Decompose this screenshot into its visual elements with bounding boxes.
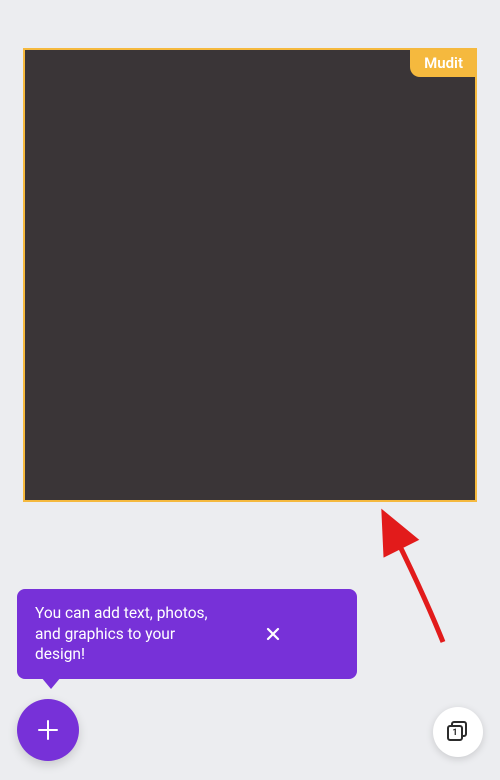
tooltip-close-button[interactable] bbox=[259, 620, 287, 648]
onboarding-tooltip: You can add text, photos, and graphics t… bbox=[17, 589, 357, 679]
tooltip-message: You can add text, photos, and graphics t… bbox=[35, 603, 215, 666]
annotation-arrow bbox=[368, 502, 458, 652]
add-button[interactable] bbox=[17, 699, 79, 761]
close-icon bbox=[265, 626, 281, 642]
pages-button[interactable]: 1 bbox=[433, 707, 483, 757]
design-canvas[interactable]: Mudit bbox=[23, 48, 477, 502]
plus-icon bbox=[35, 717, 61, 743]
collaborator-badge: Mudit bbox=[410, 50, 475, 77]
page-count: 1 bbox=[447, 725, 463, 741]
pages-icon: 1 bbox=[447, 721, 469, 743]
